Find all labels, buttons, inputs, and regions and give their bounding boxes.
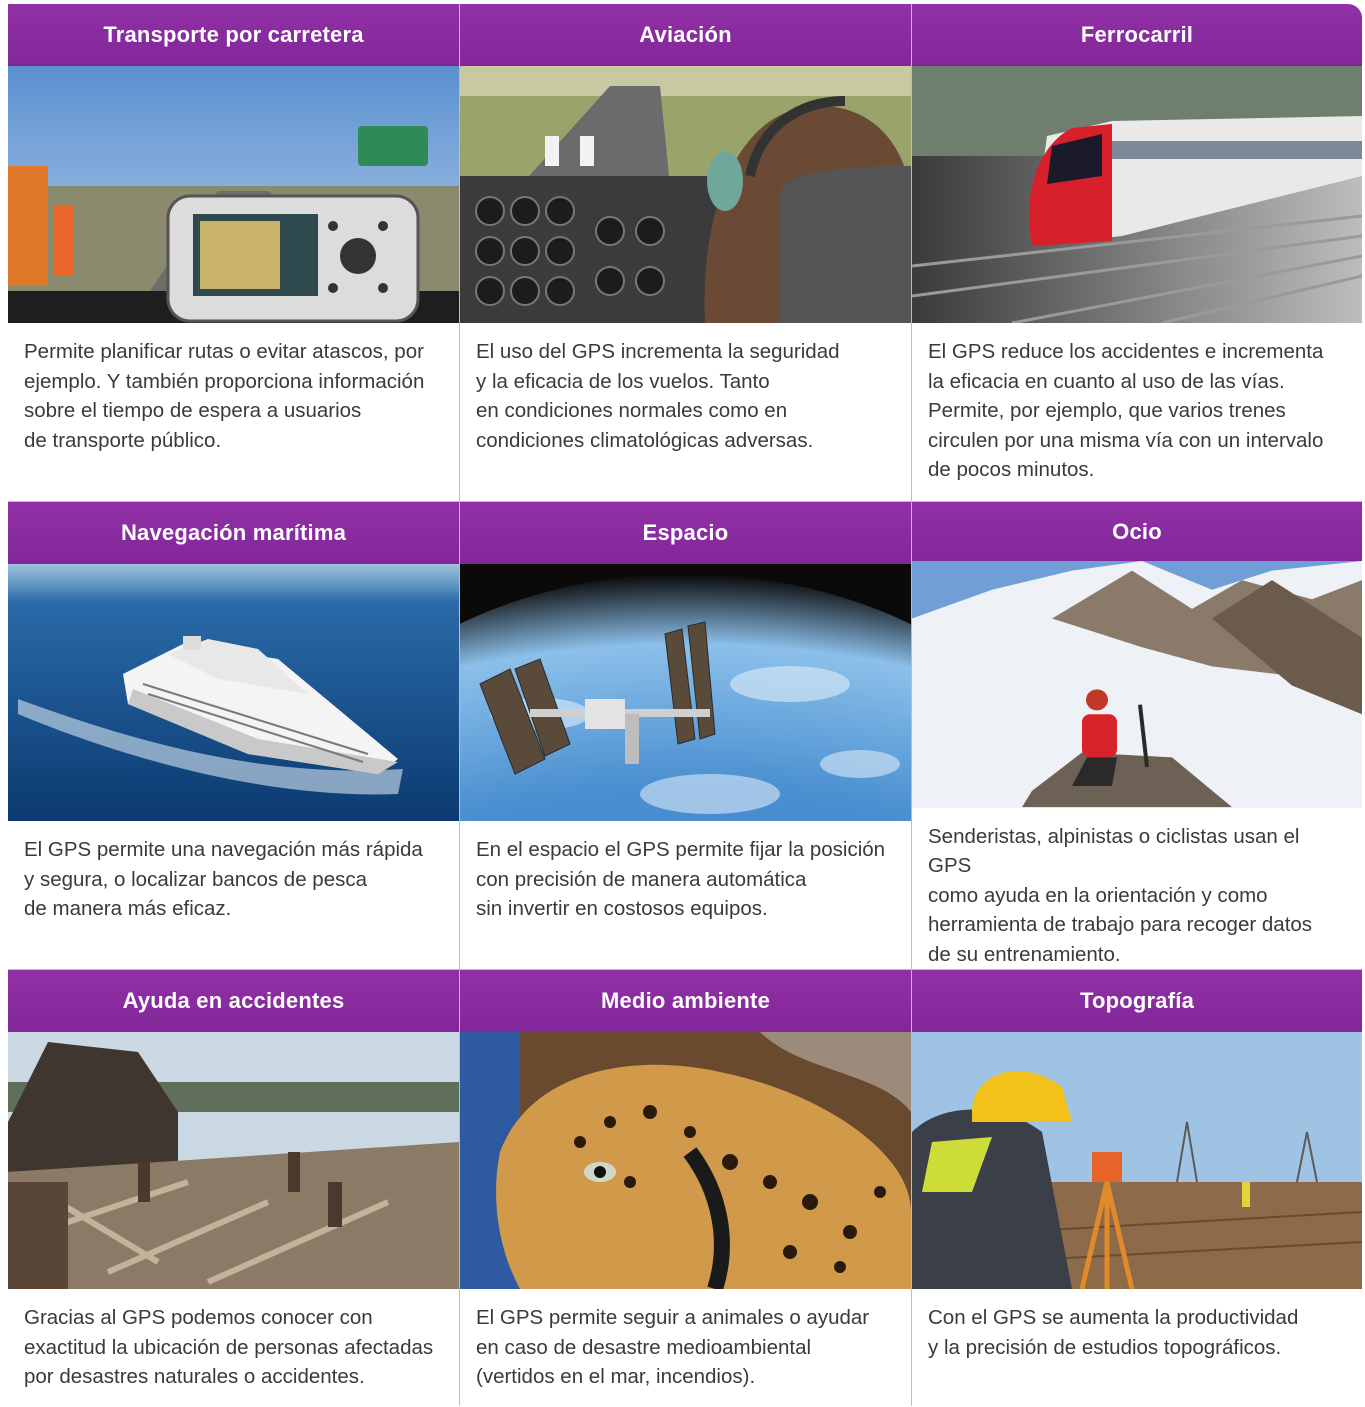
card-title: Espacio	[460, 502, 911, 564]
airplane-cockpit-pilot-image	[460, 66, 911, 323]
card-description: Gracias al GPS podemos conocer con exact…	[24, 1306, 434, 1388]
card-description: El GPS reduce los accidentes e increment…	[928, 340, 1324, 481]
card-description: Con el GPS se aumenta la productividad y…	[928, 1306, 1299, 1359]
card-description: El uso del GPS incrementa la seguridad y…	[476, 340, 840, 452]
card-leisure: Ocio Senderistas, alpinistas o ciclistas…	[912, 502, 1362, 969]
leopard-with-tracking-collar-image	[460, 1032, 911, 1289]
high-speed-train-image	[912, 66, 1362, 323]
card-railway: Ferrocarril El GPS reduce los accidentes…	[912, 4, 1362, 501]
card-maritime-navigation: Navegación marítima El GPS permite una n…	[8, 502, 459, 969]
surveyor-with-theodolite-image	[912, 1032, 1362, 1289]
gps-car-navigator-image	[8, 66, 459, 323]
card-space: Espacio En el espacio el GPS permite fij…	[460, 502, 911, 969]
card-title: Aviación	[460, 4, 911, 66]
card-aviation: Aviación El uso del GPS incrementa la se…	[460, 4, 911, 501]
space-station-over-earth-image	[460, 564, 911, 821]
disaster-rubble-image	[8, 1032, 459, 1289]
card-title: Navegación marítima	[8, 502, 459, 564]
card-description: Permite planificar rutas o evitar atasco…	[24, 340, 425, 452]
card-title: Ayuda en accidentes	[8, 970, 459, 1032]
card-topography: Topografía Con el GPS se aumenta la prod…	[912, 970, 1362, 1406]
card-road-transport: Transporte por carretera Permite planifi…	[8, 4, 459, 501]
card-description: El GPS permite una navegación más rápida…	[24, 838, 423, 920]
card-accident-help: Ayuda en accidentes Gracias al GPS podem…	[8, 970, 459, 1406]
cruise-ship-image	[8, 564, 459, 821]
card-title: Transporte por carretera	[8, 4, 459, 66]
card-title: Ferrocarril	[912, 4, 1362, 66]
hiker-on-snowy-mountain-image	[912, 561, 1362, 808]
card-description: El GPS permite seguir a animales o ayuda…	[476, 1306, 870, 1388]
card-title: Topografía	[912, 970, 1362, 1032]
card-description: En el espacio el GPS permite fijar la po…	[476, 838, 886, 920]
card-title: Medio ambiente	[460, 970, 911, 1032]
card-description: Senderistas, alpinistas o ciclistas usan…	[928, 824, 1313, 966]
card-title: Ocio	[912, 502, 1362, 562]
gps-uses-grid: Transporte por carretera Permite planifi…	[8, 4, 1362, 1406]
card-environment: Medio ambiente El GPS permite seguir a a…	[460, 970, 911, 1406]
